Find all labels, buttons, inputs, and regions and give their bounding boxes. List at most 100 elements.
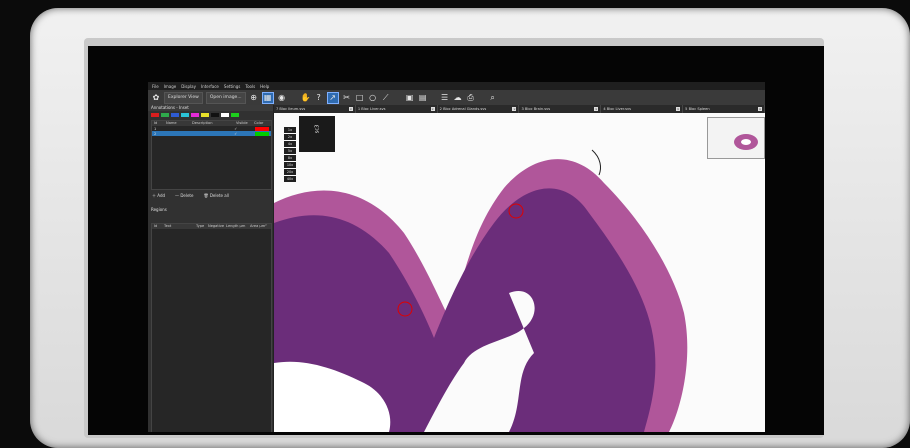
color-swatch[interactable] xyxy=(161,113,169,117)
minimap-image xyxy=(734,134,758,150)
color-swatch[interactable] xyxy=(171,113,179,117)
explorer-view-button[interactable]: Explorer View xyxy=(164,91,203,104)
save-as-icon[interactable]: ▤ xyxy=(418,93,428,103)
menu-file[interactable]: File xyxy=(152,84,159,89)
ellipse-icon[interactable]: ○ xyxy=(368,93,378,103)
color-swatches xyxy=(148,111,273,119)
toolbar: ✿ Explorer View Open image... ⊕ ▦ ◉ ✋ ? … xyxy=(148,90,765,105)
settings-sliders-icon[interactable]: ☰ xyxy=(440,93,450,103)
table-row[interactable]: 2 ✓ xyxy=(152,131,271,136)
image-tabs: 7 Bloc Ileum.svs × 1 Bloc Liver.svs × 2 Bl… xyxy=(274,105,765,113)
col-type: Type xyxy=(196,224,205,228)
delete-all-button[interactable]: 🗑 Delete all xyxy=(203,193,228,199)
slide-viewport[interactable]: sc3 1x 2x 4x 5x 8x 10x 20x 40x xyxy=(274,113,765,432)
menu-image[interactable]: Image xyxy=(164,84,177,89)
tab-image-6[interactable]: 5 Bloc Spleen × xyxy=(683,105,765,113)
row-id: 2 xyxy=(154,131,157,136)
col-length: Length µm xyxy=(226,224,246,228)
close-icon[interactable]: × xyxy=(594,107,599,111)
add-label: Add xyxy=(157,193,166,198)
delete-all-label: Delete all xyxy=(209,193,229,198)
tab-image-3[interactable]: 2 Bloc Adrenal Glands.svs × xyxy=(438,105,520,113)
zoom-level-button[interactable]: 8x xyxy=(284,155,296,161)
color-swatch[interactable] xyxy=(231,113,239,117)
tab-label: 3 Bloc Brain.svs xyxy=(521,107,551,111)
col-description: Description xyxy=(192,121,213,125)
menu-display[interactable]: Display xyxy=(181,84,196,89)
col-negative: Negative xyxy=(208,224,225,228)
color-swatch[interactable] xyxy=(181,113,189,117)
col-name: Name xyxy=(166,121,177,125)
close-icon[interactable]: × xyxy=(348,107,353,111)
visible-check-icon[interactable]: ✓ xyxy=(234,127,237,131)
print-icon[interactable]: ⎙ xyxy=(466,93,476,103)
slide-label-text: sc3 xyxy=(314,124,321,134)
zoom-level-button[interactable]: 4x xyxy=(284,141,296,147)
color-swatch[interactable] xyxy=(201,113,209,117)
ruler-icon[interactable]: ⟋ xyxy=(381,93,391,103)
tab-image-2[interactable]: 1 Bloc Liver.svs × xyxy=(356,105,438,113)
delete-button[interactable]: — Delete xyxy=(175,193,193,199)
annotation-color[interactable] xyxy=(255,126,269,131)
color-swatch[interactable] xyxy=(151,113,159,117)
camera-icon[interactable]: ◉ xyxy=(277,93,287,103)
tab-label: 1 Bloc Liver.svs xyxy=(357,107,386,111)
add-button[interactable]: ＋ Add xyxy=(152,193,165,199)
left-panel: Annotations - Inset Id Name Description … xyxy=(148,105,274,432)
annotations-table-header: Id Name Description Visible Color xyxy=(152,121,271,126)
col-id: Id xyxy=(154,121,158,125)
zoom-level-button[interactable]: 5x xyxy=(284,148,296,154)
open-image-button[interactable]: Open image... xyxy=(205,91,246,104)
zoom-level-button[interactable]: 2x xyxy=(284,134,296,140)
overview-minimap[interactable] xyxy=(707,117,765,159)
navigate-icon[interactable]: ⊕ xyxy=(249,93,259,103)
rectangle-icon[interactable]: □ xyxy=(355,93,365,103)
color-swatch[interactable] xyxy=(211,113,219,117)
annotations-table: Id Name Description Visible Color 1 ✓ 2 … xyxy=(151,120,272,190)
col-color: Color xyxy=(254,121,264,125)
close-icon[interactable]: × xyxy=(676,107,681,111)
scissors-icon[interactable]: ✂ xyxy=(342,93,352,103)
cloud-icon[interactable]: ☁ xyxy=(453,93,463,103)
hand-icon[interactable]: ✋ xyxy=(301,93,311,103)
close-icon[interactable]: × xyxy=(430,107,435,111)
zoom-level-button[interactable]: 10x xyxy=(284,162,296,168)
tab-image-5[interactable]: 4 Bloc Liver.svs × xyxy=(601,105,684,113)
save-icon[interactable]: ▣ xyxy=(405,93,415,103)
tab-image-1[interactable]: 7 Bloc Ileum.svs × xyxy=(274,105,356,113)
col-area: Area µm² xyxy=(250,224,267,228)
regions-table-header: Id Text Type Negative Length µm Area µm² xyxy=(152,224,271,229)
zoom-level-button[interactable]: 20x xyxy=(284,169,296,175)
app-logo-icon: ✿ xyxy=(152,93,160,102)
slide-label-thumbnail: sc3 xyxy=(299,116,335,152)
slide-viewer-app: File Image Display Interface Settings To… xyxy=(148,82,765,432)
tissue-image xyxy=(274,113,765,432)
menu-settings[interactable]: Settings xyxy=(224,84,240,89)
zoom-level-button[interactable]: 40x xyxy=(284,176,296,182)
tab-label: 4 Bloc Liver.svs xyxy=(603,107,632,111)
row-id: 1 xyxy=(154,126,157,131)
color-swatch[interactable] xyxy=(221,113,229,117)
tab-image-4[interactable]: 3 Bloc Brain.svs × xyxy=(519,105,602,113)
tab-label: 2 Bloc Adrenal Glands.svs xyxy=(439,107,487,111)
search-icon[interactable]: ⌕ xyxy=(488,93,498,103)
regions-title: Regions xyxy=(151,207,167,212)
menu-tools[interactable]: Tools xyxy=(245,84,255,89)
annotation-actions: ＋ Add — Delete 🗑 Delete all xyxy=(148,191,273,201)
zoom-level-button[interactable]: 1x xyxy=(284,127,296,133)
close-icon[interactable]: × xyxy=(757,107,762,111)
visible-check-icon[interactable]: ✓ xyxy=(234,132,237,136)
annotation-color[interactable] xyxy=(255,131,269,136)
menu-help[interactable]: Help xyxy=(260,84,269,89)
tab-label: 5 Bloc Spleen xyxy=(685,107,710,111)
color-swatch[interactable] xyxy=(191,113,199,117)
menu-interface[interactable]: Interface xyxy=(201,84,219,89)
regions-table: Id Text Type Negative Length µm Area µm² xyxy=(151,223,272,432)
tab-label: 7 Bloc Ileum.svs xyxy=(276,107,306,111)
delete-label: Delete xyxy=(180,193,194,198)
zoom-control: 1x 2x 4x 5x 8x 10x 20x 40x xyxy=(284,127,296,182)
grid-view-icon[interactable]: ▦ xyxy=(261,91,274,104)
pointer-icon[interactable]: ↗ xyxy=(326,91,339,104)
close-icon[interactable]: × xyxy=(512,107,517,111)
lasso-icon[interactable]: ? xyxy=(314,93,324,103)
